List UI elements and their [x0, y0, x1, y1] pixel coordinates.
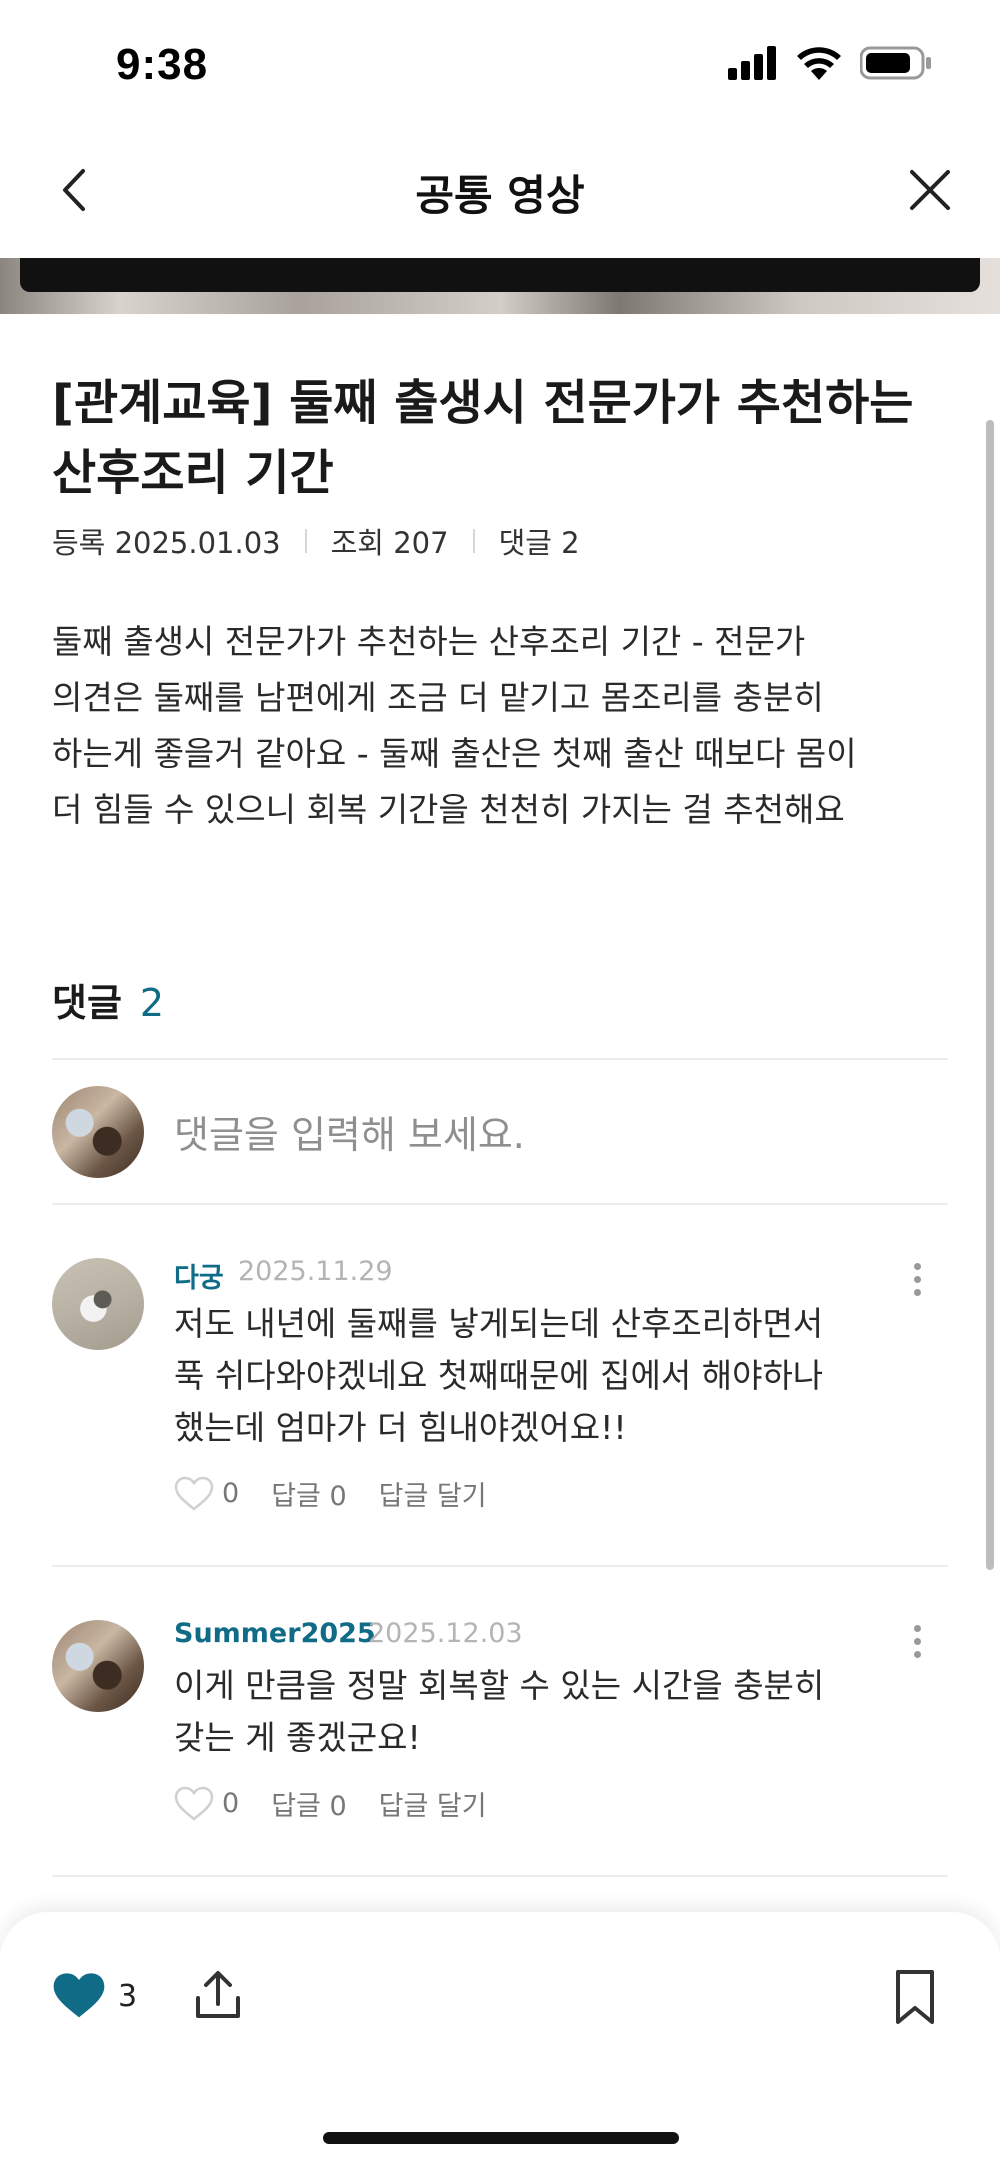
article-title: [관계교육] 둘째 출생시 전문가가 추천하는 산후조리 기간 — [52, 368, 942, 508]
more-options-button[interactable] — [902, 1616, 932, 1666]
comment-line: 푹 쉬다와야겠네요 첫째때문에 집에서 해야하나 — [174, 1356, 824, 1395]
article-title-line: 산후조리 기간 — [52, 445, 334, 501]
comment-input[interactable]: 댓글을 입력해 보세요. — [174, 1104, 525, 1159]
like-button[interactable]: 3 — [52, 1972, 137, 2020]
article-body-line: 하는게 좋을거 같아요 - 둘째 출산은 첫째 출산 때보다 몸이 — [52, 734, 857, 773]
divider — [52, 1565, 948, 1567]
bottom-action-bar: 3 — [0, 1912, 1000, 2164]
divider — [52, 1058, 948, 1060]
replies-count[interactable]: 답글 0 — [271, 1784, 346, 1823]
wifi-icon — [797, 47, 841, 80]
more-vertical-icon — [913, 1262, 921, 1270]
comments-header: 댓글 2 — [52, 972, 164, 1027]
scrollbar[interactable] — [986, 420, 994, 1570]
like-count: 3 — [118, 1978, 138, 2014]
bookmark-button[interactable] — [890, 1968, 940, 2028]
status-time: 9:38 — [116, 40, 209, 89]
meta-divider — [472, 529, 475, 553]
more-vertical-icon-dot — [913, 1288, 921, 1296]
nav-bar: 공통 영상 — [0, 130, 1000, 258]
more-vertical-icon-dot — [913, 1650, 921, 1658]
article-meta: 등록 2025.01.03 조회 207 댓글 2 — [52, 520, 580, 562]
comments-count: 2 — [139, 981, 165, 1025]
article-views: 조회 207 — [330, 526, 449, 560]
share-button[interactable] — [190, 1968, 246, 2024]
more-vertical-icon-dot — [913, 1637, 921, 1645]
article-title-line: [관계교육] 둘째 출생시 전문가가 추천하는 — [52, 375, 914, 431]
comment-like-count: 0 — [222, 1478, 240, 1509]
video-frame — [20, 258, 980, 292]
my-avatar — [52, 1086, 144, 1178]
status-bar: 9:38 — [0, 0, 1000, 130]
close-icon — [910, 170, 950, 210]
comment-line: 갖는 게 좋겠군요! — [174, 1718, 421, 1757]
comment-actions: 0 답글 0 답글 달기 — [174, 1474, 519, 1513]
battery-icon — [860, 46, 931, 80]
comment-like-count: 0 — [222, 1788, 240, 1819]
avatar[interactable] — [52, 1620, 144, 1712]
signal-icon — [728, 46, 776, 80]
article-body-line: 더 힘들 수 있으니 회복 기간을 천천히 가지는 걸 추천해요 — [52, 790, 845, 829]
article-body-line: 둘째 출생시 전문가가 추천하는 산후조리 기간 - 전문가 — [52, 622, 806, 661]
more-vertical-icon-dot — [913, 1275, 921, 1283]
divider — [52, 1203, 948, 1205]
article-body-line: 의견은 둘째를 남편에게 조금 더 맡기고 몸조리를 충분히 — [52, 678, 824, 717]
reply-button[interactable]: 답글 달기 — [379, 1474, 487, 1513]
close-button[interactable] — [900, 160, 960, 220]
more-options-button[interactable] — [902, 1254, 932, 1304]
share-icon — [196, 1971, 240, 2018]
comment-like-button[interactable]: 0 — [174, 1786, 239, 1822]
heart-outline-icon — [174, 1476, 214, 1511]
comment-date: 2025.11.29 — [238, 1256, 393, 1287]
reply-button[interactable]: 답글 달기 — [379, 1784, 487, 1823]
more-vertical-icon — [913, 1624, 921, 1632]
video-player[interactable] — [0, 258, 1000, 314]
article-body: 둘째 출생시 전문가가 추천하는 산후조리 기간 - 전문가 의견은 둘째를 남… — [52, 614, 952, 838]
comment-like-button[interactable]: 0 — [174, 1476, 239, 1512]
replies-count[interactable]: 답글 0 — [271, 1474, 346, 1513]
divider — [52, 1875, 948, 1877]
comment-actions: 0 답글 0 답글 달기 — [174, 1784, 519, 1823]
article-comment-count: 댓글 2 — [498, 526, 580, 560]
comment-line: 했는데 엄마가 더 힘내야겠어요!! — [174, 1408, 627, 1447]
avatar[interactable] — [52, 1258, 144, 1350]
page-title: 공통 영상 — [415, 171, 585, 220]
article-date: 등록 2025.01.03 — [52, 526, 281, 560]
meta-divider — [304, 529, 307, 553]
comment-line: 저도 내년에 둘째를 낳게되는데 산후조리하면서 — [174, 1304, 824, 1343]
comments-header-label: 댓글 — [52, 981, 122, 1025]
comment-text: 이게 만큼을 정말 회복할 수 있는 시간을 충분히 갖는 게 좋겠군요! — [174, 1660, 854, 1764]
bookmark-icon — [896, 1970, 934, 2024]
comment-author[interactable]: 다궁 — [174, 1256, 224, 1295]
heart-outline-icon — [174, 1786, 214, 1821]
comment-author[interactable]: Summer2025 — [174, 1618, 376, 1649]
home-indicator[interactable] — [323, 2132, 679, 2144]
comment-text: 저도 내년에 둘째를 낳게되는데 산후조리하면서 푹 쉬다와야겠네요 첫째때문에… — [174, 1298, 854, 1454]
comment-date: 2025.12.03 — [368, 1618, 523, 1649]
status-icons — [728, 46, 932, 80]
heart-icon — [53, 1973, 105, 2018]
comment-line: 이게 만큼을 정말 회복할 수 있는 시간을 충분히 — [174, 1666, 825, 1705]
